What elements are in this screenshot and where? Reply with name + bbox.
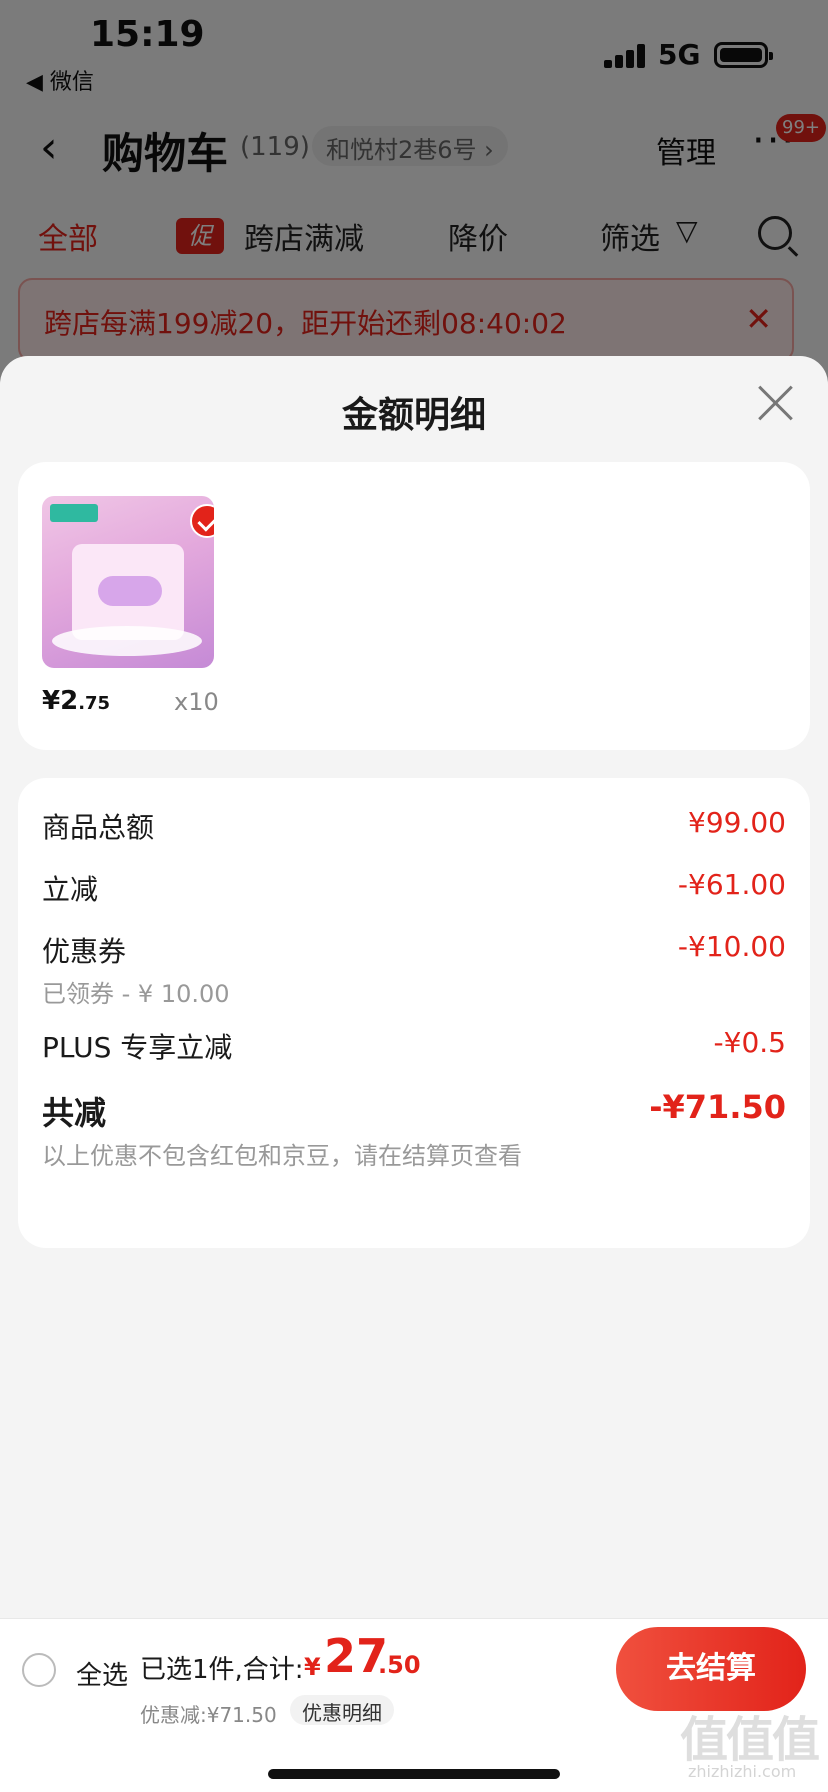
row-sub-text: 以上优惠不包含红包和京豆，请在结算页查看 [42,1142,522,1170]
goods-price-int: ¥2 [42,686,79,716]
amount-detail-sheet: 金额明细 ¥2.75 x10 商品总额 ¥99.00 立减 -¥61.00 优惠… [0,356,828,1792]
row-value: ¥99.00 [688,806,786,839]
sheet-title: 金额明细 [341,395,486,436]
product-image[interactable] [42,496,214,668]
row-label: 优惠券 [42,935,127,968]
brand-logo [50,504,98,522]
goods-price-dec: .75 [78,693,111,714]
home-indicator [268,1769,560,1779]
row-label: 共减 [42,1094,107,1132]
row-value: -¥71.50 [649,1088,786,1126]
discount-detail-link[interactable]: 优惠明细 [290,1695,394,1725]
row-label: PLUS 专享立减 [42,1031,233,1064]
watermark-logo: 值值值 [680,1712,820,1768]
select-all-label[interactable]: 全选 [76,1655,128,1692]
total-amount-dec: .50 [378,1651,421,1679]
goods-price: ¥2.75 [42,686,110,716]
row-value: -¥10.00 [677,930,786,963]
row-label: 商品总额 [42,811,155,844]
product-base-graphic [52,626,202,656]
watermark-url: zhizhizhi.com [688,1762,797,1781]
close-icon[interactable] [756,382,796,422]
discount-note: 优惠减:¥71.50 [140,1703,277,1727]
goods-card: ¥2.75 x10 [18,462,810,750]
product-cloud-graphic [98,576,162,606]
total-currency: ¥ [304,1653,321,1681]
goods-quantity: x10 [174,688,219,716]
row-value: -¥0.5 [713,1026,786,1059]
row-value: -¥61.00 [677,868,786,901]
select-all-checkbox[interactable] [22,1653,56,1687]
checkout-button[interactable]: 去结算 [616,1627,806,1711]
amount-detail-card: 商品总额 ¥99.00 立减 -¥61.00 优惠券 -¥10.00 已领券 -… [18,778,810,1248]
checkmark-icon [190,504,214,538]
selection-summary: 已选1件,合计: [140,1655,304,1685]
row-sub-text: 已领券 - ¥ 10.00 [42,980,230,1008]
row-label: 立减 [42,873,99,906]
